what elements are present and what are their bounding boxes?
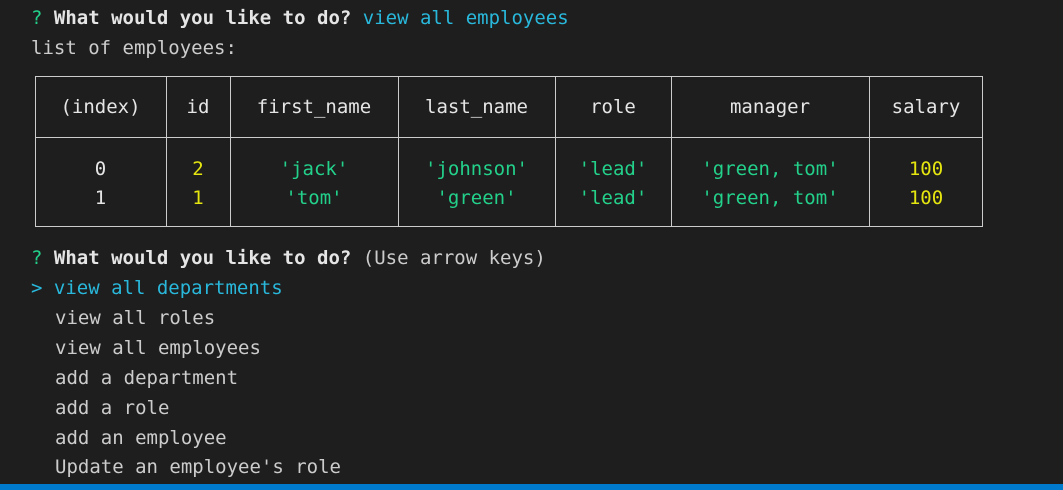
cell-manager: 'green, tom' bbox=[701, 187, 839, 209]
terminal-panel[interactable]: ? What would you like to do? view all em… bbox=[0, 0, 1063, 484]
menu-item-view-all-employees[interactable]: view all employees bbox=[55, 333, 261, 363]
column-header-first-name: first_name bbox=[256, 96, 372, 118]
column-header-last-name: last_name bbox=[425, 96, 528, 118]
cell-id: 1 bbox=[192, 187, 204, 209]
employees-table: (index) id first_name last_name role man… bbox=[35, 76, 983, 227]
menu-item-update-employee-role[interactable]: Update an employee's role bbox=[55, 452, 341, 482]
cell-first-name: 'tom' bbox=[285, 187, 343, 209]
cell-first-name: 'jack' bbox=[279, 158, 349, 180]
cell-index: 1 bbox=[94, 187, 107, 209]
cell-manager: 'green, tom' bbox=[701, 158, 839, 180]
list-label: list of employees: bbox=[31, 37, 237, 59]
menu-item-add-employee[interactable]: add an employee bbox=[55, 423, 227, 453]
menu-item-add-role[interactable]: add a role bbox=[55, 393, 169, 423]
question-marker: ? bbox=[31, 7, 43, 29]
table-header-divider bbox=[35, 137, 983, 138]
selection-pointer: > bbox=[31, 277, 43, 299]
column-header-id: id bbox=[186, 96, 210, 118]
cell-salary: 100 bbox=[908, 158, 944, 180]
cell-id: 2 bbox=[192, 158, 204, 180]
prompt-question: What would you like to do? bbox=[53, 247, 352, 269]
column-header-manager: manager bbox=[729, 96, 811, 118]
cell-last-name: 'green' bbox=[436, 187, 517, 209]
menu-item-view-all-roles[interactable]: view all roles bbox=[55, 303, 215, 333]
column-header-index: (index) bbox=[60, 96, 141, 118]
cell-last-name: 'johnson' bbox=[425, 158, 528, 180]
cell-index: 0 bbox=[94, 158, 107, 180]
question-marker: ? bbox=[31, 247, 43, 269]
column-header-role: role bbox=[590, 96, 636, 118]
cell-role: 'lead' bbox=[578, 187, 648, 209]
menu-item-label: view all departments bbox=[53, 277, 283, 299]
menu-item-view-all-departments[interactable]: > view all departments bbox=[31, 273, 283, 303]
prompt-hint: (Use arrow keys) bbox=[362, 247, 546, 269]
prompt-question: What would you like to do? bbox=[53, 7, 352, 29]
prompt-line-1: ? What would you like to do? view all em… bbox=[31, 3, 569, 33]
prompt-line-2: ? What would you like to do? (Use arrow … bbox=[31, 243, 546, 273]
cell-salary: 100 bbox=[908, 187, 944, 209]
cell-role: 'lead' bbox=[578, 158, 648, 180]
menu-item-add-department[interactable]: add a department bbox=[55, 363, 238, 393]
column-header-salary: salary bbox=[891, 96, 961, 118]
status-bar bbox=[0, 484, 1063, 490]
prompt-answer: view all employees bbox=[362, 7, 569, 29]
